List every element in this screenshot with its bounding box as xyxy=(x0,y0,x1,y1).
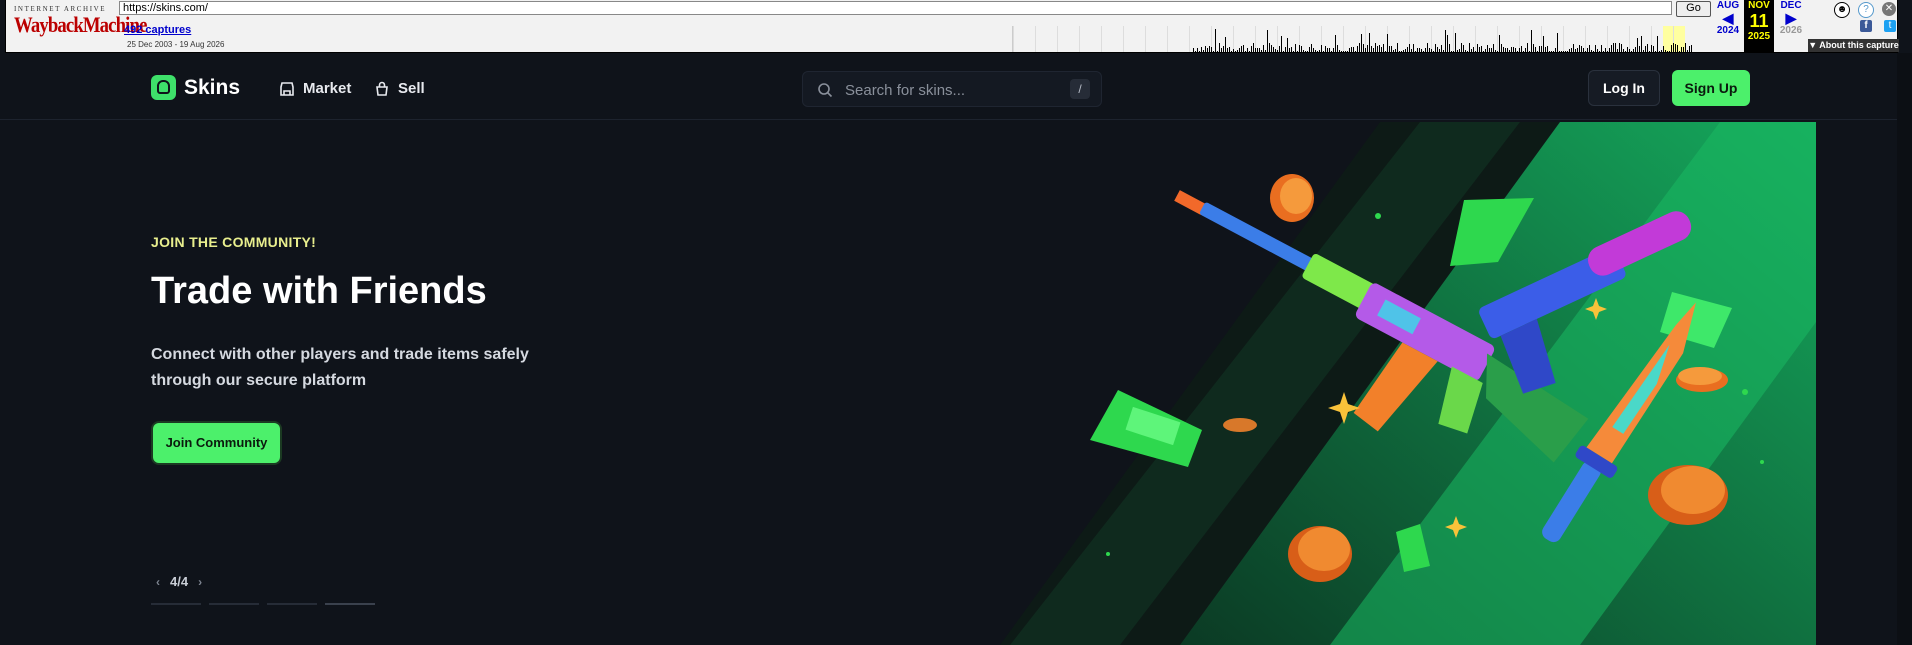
carousel-dot[interactable] xyxy=(267,603,317,605)
wayback-cur-year: 2025 xyxy=(1747,31,1771,42)
search-icon xyxy=(818,83,833,98)
wayback-captures-link[interactable]: 492 captures xyxy=(124,24,191,36)
hero-title: Trade with Friends xyxy=(151,270,487,312)
site-header: Skins Market Sell / Log In Sign Up xyxy=(0,53,1912,120)
bag-icon xyxy=(376,81,388,96)
user-icon[interactable]: ☻ xyxy=(1834,2,1850,18)
wayback-logo-main: WaybackMachine xyxy=(14,12,147,37)
store-icon xyxy=(280,81,294,96)
chevron-right-icon[interactable]: › xyxy=(198,575,202,589)
wayback-logo[interactable]: INTERNET ARCHIVE WaybackMachine xyxy=(14,5,147,41)
wayback-date-range: 25 Dec 2003 - 19 Aug 2026 xyxy=(127,40,225,49)
wayback-prev-year: 2024 xyxy=(1716,25,1740,36)
wayback-go-button[interactable]: Go xyxy=(1676,1,1711,17)
carousel-dot[interactable] xyxy=(209,603,259,605)
wayback-current-date: NOV 11 2025 xyxy=(1744,0,1774,52)
signup-button[interactable]: Sign Up xyxy=(1672,70,1750,106)
nav-sell[interactable]: Sell xyxy=(374,80,425,97)
nav-market-label: Market xyxy=(303,80,352,97)
brand-name: Skins xyxy=(184,75,241,99)
hero-illustration xyxy=(1000,122,1816,645)
carousel-progress xyxy=(151,603,375,605)
wayback-prev-arrow-icon[interactable]: ◀ xyxy=(1714,11,1742,25)
wayback-cur-day: 11 xyxy=(1749,11,1769,31)
twitter-icon[interactable]: t xyxy=(1884,20,1896,32)
hero-eyebrow: JOIN THE COMMUNITY! xyxy=(151,234,317,250)
facebook-icon[interactable]: f xyxy=(1860,20,1872,32)
hero-subtitle: Connect with other players and trade ite… xyxy=(151,346,529,389)
wayback-about-label: About this capture xyxy=(1819,40,1899,50)
wayback-next-year: 2026 xyxy=(1779,25,1803,36)
carousel-dot[interactable] xyxy=(151,603,201,605)
ghost-logo-icon xyxy=(151,75,176,100)
search-bar[interactable]: / xyxy=(802,71,1102,107)
carousel-pager: ‹ 4/4 › xyxy=(156,574,202,589)
search-input[interactable] xyxy=(843,79,1057,101)
chevron-left-icon[interactable]: ‹ xyxy=(156,575,160,589)
wayback-next-month[interactable]: DEC ▶ 2026 xyxy=(1776,0,1806,36)
wayback-about-capture[interactable]: ▼ About this capture xyxy=(1808,39,1899,52)
scrollbar[interactable] xyxy=(1897,53,1912,645)
search-shortcut-key: / xyxy=(1070,79,1090,99)
carousel-dot-active[interactable] xyxy=(325,603,375,605)
join-community-button[interactable]: Join Community xyxy=(153,423,280,463)
nav-sell-label: Sell xyxy=(398,80,425,97)
help-icon[interactable]: ? xyxy=(1858,2,1874,18)
wayback-toolbar: INTERNET ARCHIVE WaybackMachine https://… xyxy=(5,0,1899,53)
nav-market[interactable]: Market xyxy=(279,80,351,97)
wayback-cur-month: NOV xyxy=(1748,0,1770,11)
wayback-sparkline[interactable] xyxy=(1012,26,1703,52)
wayback-url-input[interactable]: https://skins.com/ xyxy=(119,1,1672,15)
close-icon[interactable]: ✕ xyxy=(1882,2,1896,16)
wayback-prev-month[interactable]: AUG ◀ 2024 xyxy=(1714,0,1742,36)
wayback-next-arrow-icon[interactable]: ▶ xyxy=(1776,11,1806,25)
carousel-page-indicator: 4/4 xyxy=(170,574,189,589)
login-button[interactable]: Log In xyxy=(1588,70,1660,106)
weapons-illustration xyxy=(1000,122,1816,645)
brand-logo[interactable]: Skins xyxy=(151,75,240,100)
